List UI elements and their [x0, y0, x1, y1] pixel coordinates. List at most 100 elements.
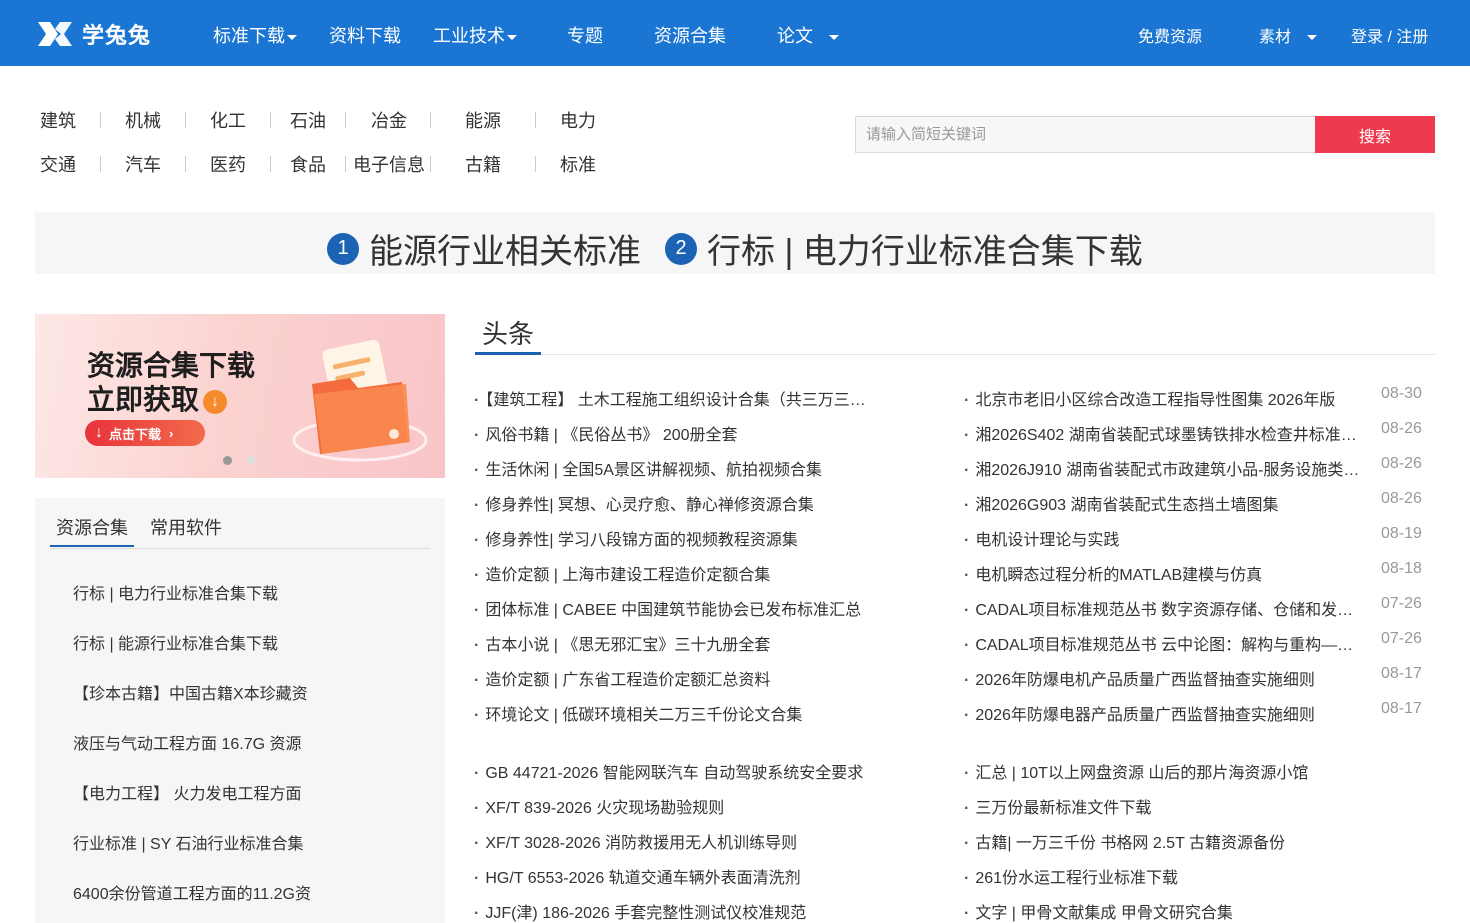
nav-free-resources[interactable]: 免费资源 — [1138, 23, 1202, 47]
nav-standards-download[interactable]: 标准下载 — [213, 22, 297, 48]
nav-label: 资源合集 — [654, 26, 726, 46]
brand-name: 学兔兔 — [82, 23, 152, 48]
search-button[interactable]: 搜索 — [1315, 116, 1435, 153]
category-link[interactable]: 机械 — [125, 107, 161, 133]
news-date: 07-26 — [1381, 595, 1422, 612]
folder-illustration-icon — [292, 339, 428, 462]
news-item[interactable]: CADAL项目标准规范丛书 数字资源存储、仓储和发布标准规范 — [964, 596, 1368, 620]
divider — [430, 156, 431, 172]
news-item[interactable]: 湘2026J910 湖南省装配式市政建筑小品-服务设施类标准图集 — [964, 456, 1368, 480]
news-item[interactable]: HG/T 6553-2026 轨道交通车辆外表面清洗剂 — [474, 864, 894, 888]
list-item[interactable]: 6400余份管道工程方面的11.2G资 — [73, 880, 311, 904]
divider — [430, 112, 431, 128]
divider — [535, 156, 536, 172]
news-item[interactable]: 2026年防爆电机产品质量广西监督抽查实施细则 — [964, 666, 1368, 690]
news-item[interactable]: 修身养性| 冥想、心灵疗愈、静心禅修资源合集 — [474, 491, 874, 515]
carousel-dot[interactable] — [247, 456, 256, 465]
news-item[interactable]: XF/T 839-2026 火灾现场勘验规则 — [474, 794, 894, 818]
news-item[interactable]: XF/T 3028-2026 消防救援用无人机训练导则 — [474, 829, 894, 853]
news-item[interactable]: 湘2026G903 湖南省装配式生态挡土墙图集 — [964, 491, 1368, 515]
nav-papers[interactable]: 论文 — [777, 22, 839, 48]
nav-industrial-tech[interactable]: 工业技术 — [433, 22, 517, 48]
tab-resource-collections[interactable]: 资源合集 — [56, 514, 128, 540]
category-link[interactable]: 医药 — [210, 151, 246, 177]
headlines-divider — [475, 354, 1435, 355]
category-link[interactable]: 电子信息 — [353, 151, 425, 177]
category-link[interactable]: 电力 — [560, 107, 596, 133]
number-badge: 1 — [327, 232, 359, 265]
divider — [535, 112, 536, 128]
news-date: 08-26 — [1381, 455, 1422, 472]
news-item[interactable]: 汇总 | 10T以上网盘资源 山后的那片海资源小馆 — [964, 759, 1384, 783]
news-item[interactable]: 261份水运工程行业标准下载 — [964, 864, 1384, 888]
nav-label: 专题 — [567, 26, 603, 46]
news-date: 07-26 — [1381, 630, 1422, 647]
login-register-link[interactable]: 登录 / 注册 — [1351, 23, 1428, 47]
tab-common-software[interactable]: 常用软件 — [150, 514, 222, 540]
nav-materials-download[interactable]: 资料下载 — [329, 22, 401, 48]
chevron-right-icon: › — [169, 425, 174, 441]
category-link[interactable]: 古籍 — [465, 151, 501, 177]
news-item[interactable]: 生活休闲 | 全国5A景区讲解视频、航拍视频合集 — [474, 456, 874, 480]
headlines-title: 头条 — [482, 319, 535, 349]
banner-button-label: 点击下载 — [109, 426, 162, 442]
divider — [270, 112, 271, 128]
brand-logo-icon — [38, 22, 72, 46]
category-link[interactable]: 能源 — [465, 107, 501, 133]
news-item[interactable]: 文字 | 甲骨文献集成 甲骨文研究合集 — [964, 899, 1384, 923]
category-link[interactable]: 食品 — [290, 151, 326, 177]
featured-link-power[interactable]: 2 行标 | 电力行业标准合集下载 — [665, 224, 1143, 273]
list-item[interactable]: 行业标准 | SY 石油行业标准合集 — [73, 830, 304, 854]
banner-download-button[interactable]: ↓ 点击下载 › — [85, 420, 205, 446]
search-input[interactable] — [855, 116, 1315, 153]
news-date: 08-19 — [1381, 525, 1422, 542]
list-item[interactable]: 行标 | 电力行业标准合集下载 — [73, 580, 278, 604]
promo-banner[interactable]: 资源合集下载 立即获取 ↓ ↓ 点击下载 › — [35, 314, 445, 478]
news-item[interactable]: 古本小说 | 《思无邪汇宝》三十九册全套 — [474, 631, 874, 655]
nav-label: 素材 — [1259, 29, 1292, 46]
divider — [270, 156, 271, 172]
news-item[interactable]: 古籍| 一万三千份 书格网 2.5T 古籍资源备份 — [964, 829, 1384, 853]
news-item[interactable]: CADAL项目标准规范丛书 云中论图：解构与重构——古籍数字化 — [964, 631, 1368, 655]
news-item[interactable]: 造价定额 | 上海市建设工程造价定额合集 — [474, 561, 874, 585]
news-item[interactable]: 修身养性| 学习八段锦方面的视频教程资源集 — [474, 526, 874, 550]
number-badge: 2 — [665, 232, 697, 265]
news-item[interactable]: 2026年防爆电器产品质量广西监督抽查实施细则 — [964, 701, 1368, 725]
news-date: 08-26 — [1381, 420, 1422, 437]
news-item[interactable]: 电机设计理论与实践 — [964, 526, 1368, 550]
news-item[interactable]: JJF(津) 186-2026 手套完整性测试仪校准规范 — [474, 899, 894, 923]
banner-subheadline: 立即获取 ↓ — [87, 378, 228, 418]
nav-topics[interactable]: 专题 — [567, 22, 603, 48]
news-item[interactable]: 湘2026S402 湖南省装配式球墨铸铁排水检查井标准图集 — [964, 421, 1368, 445]
nav-assets[interactable]: 素材 — [1259, 23, 1318, 47]
news-item[interactable]: 环境论文 | 低碳环境相关二万三千份论文合集 — [474, 701, 874, 725]
news-item[interactable]: 电机瞬态过程分析的MATLAB建模与仿真 — [964, 561, 1368, 585]
news-item[interactable]: 北京市老旧小区综合改造工程指导性图集 2026年版 — [964, 386, 1368, 410]
category-link[interactable]: 化工 — [210, 107, 246, 133]
category-link[interactable]: 石油 — [290, 107, 326, 133]
nav-resource-collections[interactable]: 资源合集 — [654, 22, 726, 48]
category-link[interactable]: 交通 — [40, 151, 76, 177]
list-item[interactable]: 液压与气动工程方面 16.7G 资源 — [73, 730, 301, 754]
news-item[interactable]: GB 44721-2026 智能网联汽车 自动驾驶系统安全要求 — [474, 759, 894, 783]
resource-panel: 资源合集 常用软件 行标 | 电力行业标准合集下载 行标 | 能源行业标准合集下… — [35, 498, 445, 923]
tab-divider — [50, 548, 430, 549]
nav-label: 登录 / 注册 — [1351, 29, 1429, 46]
news-item[interactable]: 风俗书籍 | 《民俗丛书》 200册全套 — [474, 421, 874, 445]
category-link[interactable]: 建筑 — [40, 107, 76, 133]
list-item[interactable]: 行标 | 能源行业标准合集下载 — [73, 630, 278, 654]
featured-link-energy[interactable]: 1 能源行业相关标准 — [327, 224, 641, 273]
category-link[interactable]: 冶金 — [371, 107, 407, 133]
news-item[interactable]: 团体标准 | CABEE 中国建筑节能协会已发布标准汇总 — [474, 596, 874, 620]
news-item[interactable]: 三万份最新标准文件下载 — [964, 794, 1384, 818]
list-item[interactable]: 【珍本古籍】中国古籍X本珍藏资 — [73, 680, 308, 704]
carousel-dot-active[interactable] — [223, 456, 232, 465]
news-item[interactable]: 造价定额 | 广东省工程造价定额汇总资料 — [474, 666, 874, 690]
news-item[interactable]: 【建筑工程】 土木工程施工组织设计合集（共三万三千份） — [474, 386, 874, 410]
banner-subheadline-text: 立即获取 — [87, 384, 200, 415]
category-link[interactable]: 标准 — [560, 151, 596, 177]
site-logo[interactable]: 学兔兔 — [36, 18, 151, 50]
divider — [100, 112, 101, 128]
category-link[interactable]: 汽车 — [125, 151, 161, 177]
list-item[interactable]: 【电力工程】 火力发电工程方面 — [73, 780, 301, 804]
